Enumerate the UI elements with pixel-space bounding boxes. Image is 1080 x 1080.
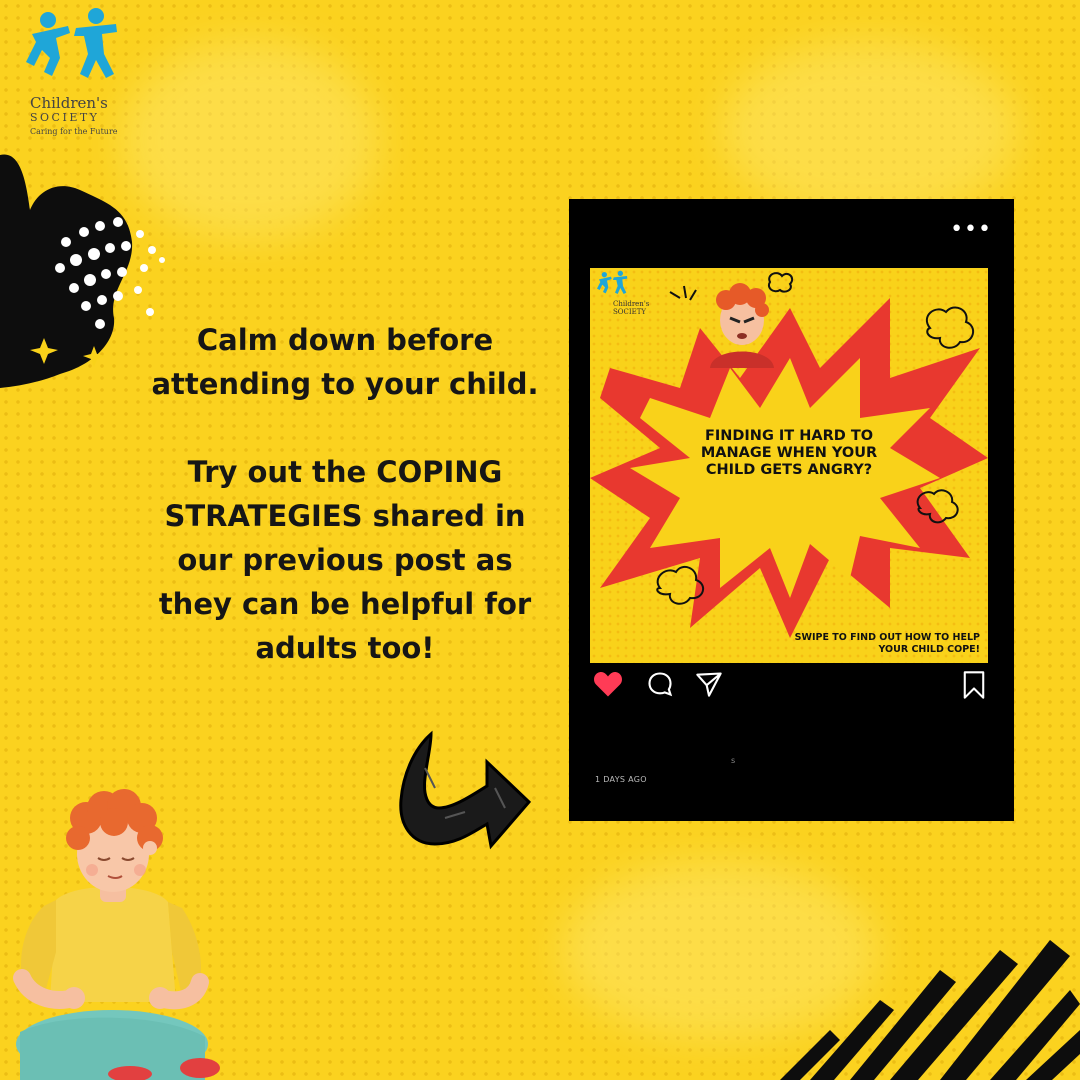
logo-name: Children's (30, 94, 108, 112)
logo-society: SOCIETY (30, 111, 100, 124)
post-caption: s (731, 756, 736, 765)
logo-figures-icon (26, 8, 117, 78)
post-logo-name: Children's (613, 300, 650, 308)
background-glow (720, 40, 1020, 220)
send-icon[interactable] (694, 670, 724, 698)
meditating-child-illustration (13, 789, 220, 1080)
post-swipe-text: SWIPE TO FIND OUT HOW TO HELP YOUR CHILD… (794, 632, 980, 655)
message-calm-down: Calm down before attending to your child… (151, 323, 539, 401)
childrens-society-logo: Children's SOCIETY Caring for the Future (24, 6, 154, 151)
comment-icon[interactable] (646, 670, 674, 698)
brush-stroke-decoration (780, 940, 1080, 1080)
arrow-icon (399, 730, 532, 850)
post-timestamp: 1 DAYS AGO (595, 775, 647, 784)
angry-boy-illustration (710, 283, 774, 368)
social-post-card: ••• Children's SOCIETY FINDING IT HARD T… (569, 199, 1014, 821)
message-coping-strategies: Try out the COPING STRATEGIES shared in … (158, 455, 532, 665)
bookmark-icon[interactable] (960, 670, 988, 700)
post-headline: FINDING IT HARD TO MANAGE WHEN YOUR CHIL… (700, 428, 878, 478)
main-message: Calm down before attending to your child… (150, 318, 540, 670)
more-options-icon[interactable]: ••• (950, 219, 992, 241)
logo-figures-icon (597, 270, 628, 294)
logo-tagline: Caring for the Future (30, 127, 118, 136)
post-logo-society: SOCIETY (613, 308, 647, 316)
heart-icon[interactable] (593, 670, 623, 698)
post-image[interactable]: Children's SOCIETY FINDING IT HARD TO MA… (590, 268, 988, 663)
post-logo: Children's SOCIETY (593, 270, 653, 316)
